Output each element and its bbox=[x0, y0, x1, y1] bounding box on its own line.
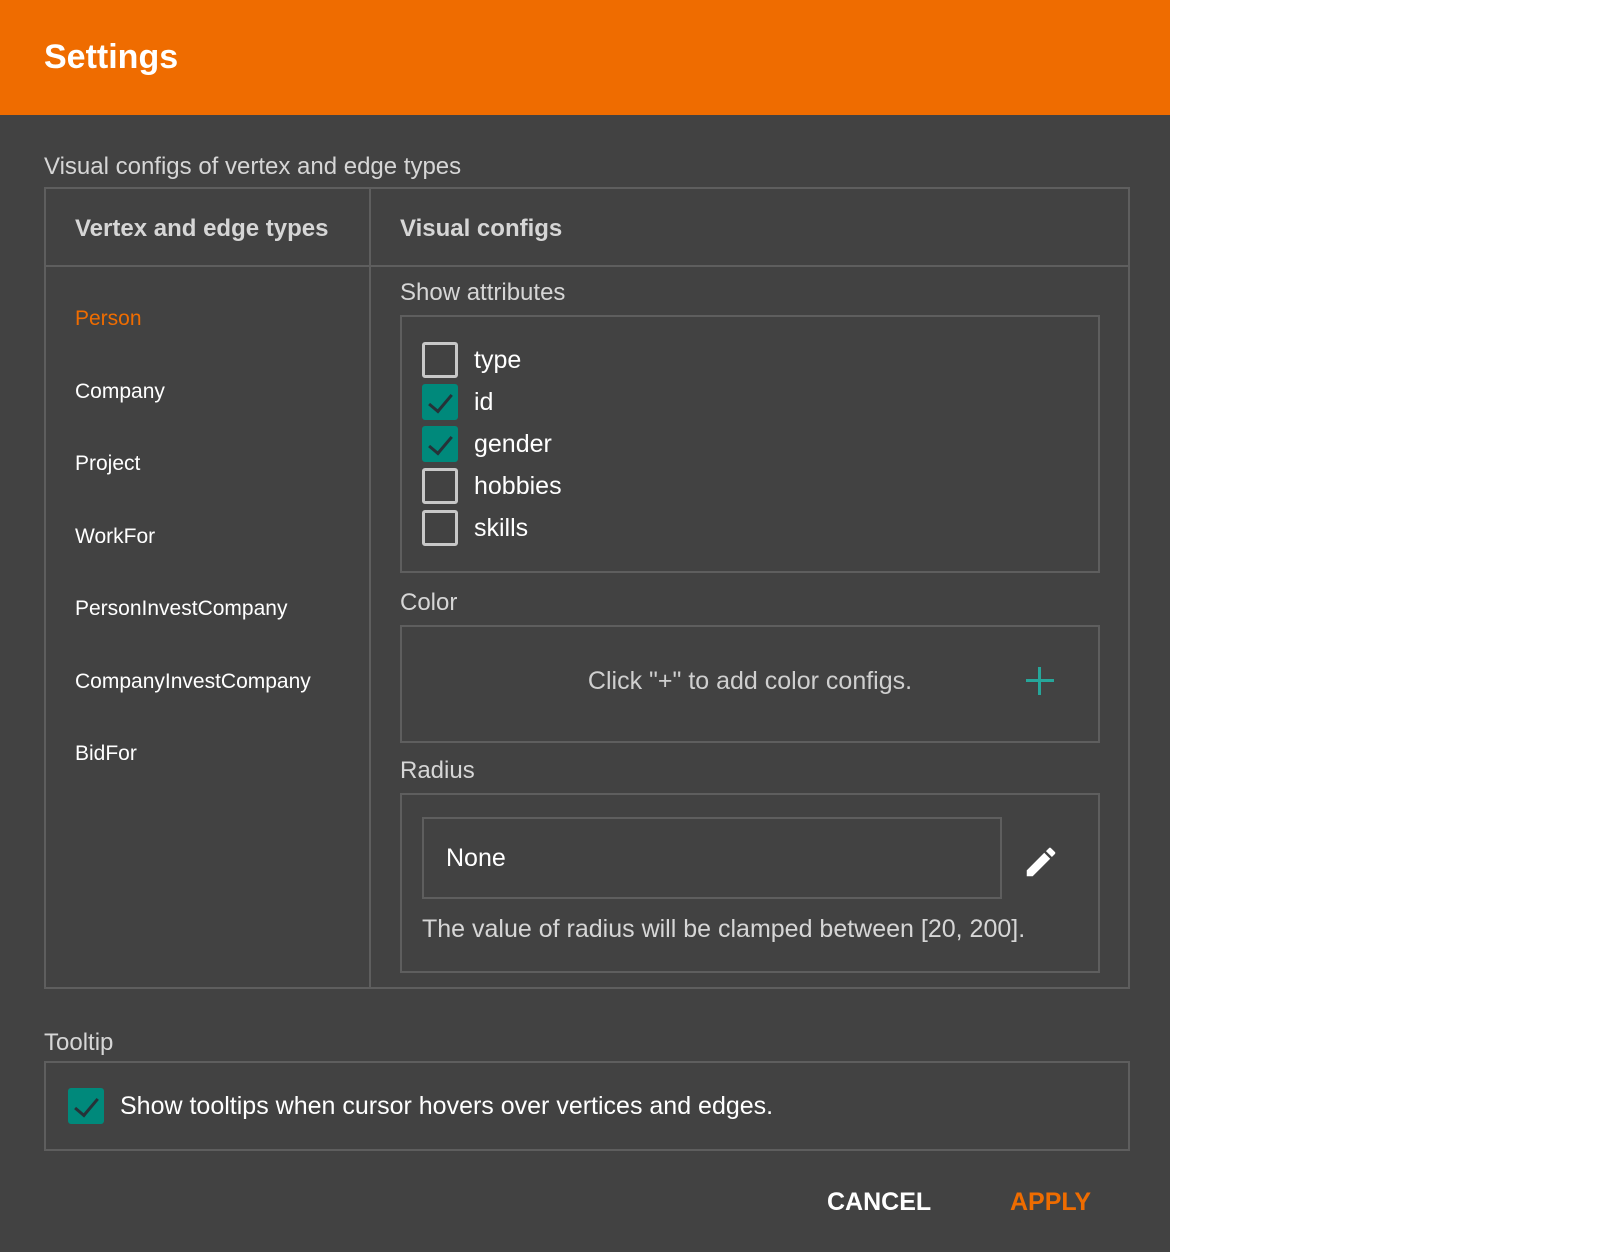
type-item-company[interactable]: Company bbox=[75, 380, 311, 453]
type-item-workfor[interactable]: WorkFor bbox=[75, 525, 311, 598]
visual-configs-table: Vertex and edge types Visual configs Per… bbox=[44, 187, 1130, 989]
column-header-configs: Visual configs bbox=[400, 215, 563, 242]
tooltip-section-label: Tooltip bbox=[44, 1029, 114, 1056]
tooltip-checkbox[interactable] bbox=[68, 1088, 104, 1124]
show-attributes-box: type id gender hobbies skills bbox=[400, 315, 1100, 573]
attribute-checkbox-type[interactable] bbox=[422, 342, 458, 378]
radius-input[interactable] bbox=[422, 817, 1002, 899]
attribute-row-id: id bbox=[422, 381, 562, 423]
radius-label: Radius bbox=[400, 757, 475, 784]
attribute-list: type id gender hobbies skills bbox=[422, 339, 562, 549]
tooltip-box: Show tooltips when cursor hovers over ve… bbox=[44, 1061, 1130, 1151]
dialog-title: Settings bbox=[44, 38, 179, 76]
radius-note: The value of radius will be clamped betw… bbox=[422, 915, 1026, 943]
attribute-label: gender bbox=[474, 429, 552, 458]
apply-button[interactable]: APPLY bbox=[1010, 1188, 1091, 1217]
attribute-label: type bbox=[474, 345, 522, 374]
attribute-label: skills bbox=[474, 513, 529, 542]
attribute-row-type: type bbox=[422, 339, 562, 381]
visual-configs-section-label: Visual configs of vertex and edge types bbox=[44, 153, 462, 180]
type-item-personinvestcompany[interactable]: PersonInvestCompany bbox=[75, 597, 311, 670]
color-box: Click "+" to add color configs. bbox=[400, 625, 1100, 743]
column-header-types: Vertex and edge types bbox=[75, 215, 329, 242]
type-item-bidfor[interactable]: BidFor bbox=[75, 742, 311, 815]
attribute-row-gender: gender bbox=[422, 423, 562, 465]
color-hint: Click "+" to add color configs. bbox=[587, 667, 913, 695]
type-list: Person Company Project WorkFor PersonInv… bbox=[75, 307, 311, 815]
type-item-companyinvestcompany[interactable]: CompanyInvestCompany bbox=[75, 670, 311, 743]
attribute-label: id bbox=[474, 387, 494, 416]
tooltip-option-label: Show tooltips when cursor hovers over ve… bbox=[120, 1091, 774, 1120]
radius-box: The value of radius will be clamped betw… bbox=[400, 793, 1100, 973]
attribute-label: hobbies bbox=[474, 471, 562, 500]
attribute-checkbox-skills[interactable] bbox=[422, 510, 458, 546]
type-item-project[interactable]: Project bbox=[75, 452, 311, 525]
attribute-checkbox-id[interactable] bbox=[422, 384, 458, 420]
plus-icon[interactable] bbox=[1024, 665, 1056, 697]
attribute-checkbox-gender[interactable] bbox=[422, 426, 458, 462]
table-header: Vertex and edge types Visual configs bbox=[46, 189, 1128, 267]
attribute-row-skills: skills bbox=[422, 507, 562, 549]
attribute-checkbox-hobbies[interactable] bbox=[422, 468, 458, 504]
attribute-row-hobbies: hobbies bbox=[422, 465, 562, 507]
show-attributes-label: Show attributes bbox=[400, 279, 566, 306]
dialog-header: Settings bbox=[0, 0, 1170, 115]
color-label: Color bbox=[400, 589, 458, 616]
settings-dialog: Settings Visual configs of vertex and ed… bbox=[0, 0, 1170, 1252]
cancel-button[interactable]: CANCEL bbox=[827, 1188, 931, 1217]
column-divider bbox=[369, 189, 371, 987]
type-item-person[interactable]: Person bbox=[75, 307, 311, 380]
pencil-icon[interactable] bbox=[1022, 843, 1060, 881]
